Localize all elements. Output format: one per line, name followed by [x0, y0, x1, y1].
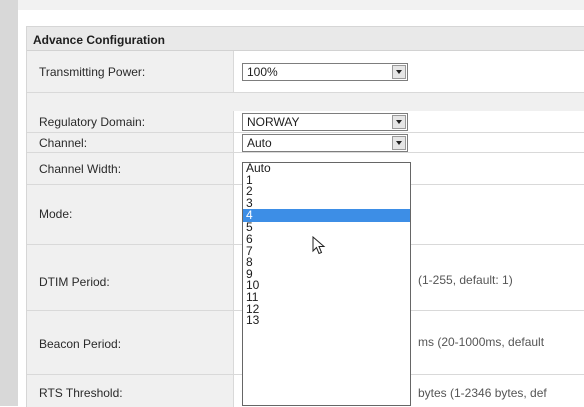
channel-option-11[interactable]: 11: [243, 291, 410, 304]
channel-option-3[interactable]: 3: [243, 197, 410, 210]
mode-label: Mode:: [39, 207, 73, 221]
channel-option-9[interactable]: 9: [243, 268, 410, 281]
channel-select[interactable]: Auto: [242, 134, 408, 152]
channel-option-10[interactable]: 10: [243, 280, 410, 292]
beacon-period-hint: ms (20-1000ms, default: [418, 335, 545, 349]
channel-option-auto[interactable]: Auto: [243, 162, 410, 175]
transmitting-power-value: 100%: [247, 65, 278, 79]
channel-option-2[interactable]: 2: [243, 185, 410, 198]
panel-title: Advance Configuration: [27, 27, 584, 51]
value-cell: NORWAY: [233, 111, 584, 132]
dtim-period-label: DTIM Period:: [39, 275, 110, 289]
dtim-period-hint: (1-255, default: 1): [418, 273, 513, 287]
channel-dropdown-list[interactable]: Auto 1 2 3 4 5 6 7 8 9 10 11 12 13: [242, 162, 411, 406]
chevron-down-icon[interactable]: [392, 65, 406, 79]
transmitting-power-select[interactable]: 100%: [242, 63, 408, 81]
beacon-period-label: Beacon Period:: [39, 337, 122, 351]
regulatory-domain-label: Regulatory Domain:: [39, 115, 146, 129]
value-cell: 100%: [233, 51, 584, 92]
left-sidebar-strip: [0, 0, 18, 406]
channel-option-5[interactable]: 5: [243, 222, 410, 234]
chevron-down-icon[interactable]: [392, 115, 406, 129]
row-transmitting-power: Transmitting Power: 100%: [27, 51, 584, 93]
channel-option-12[interactable]: 12: [243, 303, 410, 316]
rts-threshold-hint: bytes (1-2346 bytes, def: [418, 386, 547, 400]
regulatory-domain-select[interactable]: NORWAY: [242, 113, 408, 131]
mouse-pointer-icon: [312, 236, 326, 255]
rts-threshold-label: RTS Threshold:: [39, 386, 123, 400]
channel-label: Channel:: [39, 136, 88, 150]
value-cell: Auto: [233, 133, 584, 152]
channel-option-1[interactable]: 1: [243, 174, 410, 187]
regulatory-domain-value: NORWAY: [247, 115, 300, 129]
channel-option-4-highlighted[interactable]: 4: [243, 209, 410, 223]
row-channel: Channel: Auto: [27, 133, 584, 153]
channel-option-13[interactable]: 13: [243, 314, 410, 327]
channel-option-8[interactable]: 8: [243, 256, 410, 269]
chevron-down-icon[interactable]: [392, 136, 406, 150]
channel-option-7[interactable]: 7: [243, 245, 410, 258]
channel-value: Auto: [247, 136, 272, 150]
row-regulatory-domain: Regulatory Domain: NORWAY: [27, 111, 584, 133]
channel-width-label: Channel Width:: [39, 162, 122, 176]
top-strip: [18, 0, 584, 10]
channel-option-6[interactable]: 6: [243, 233, 410, 246]
transmitting-power-label: Transmitting Power:: [39, 65, 146, 79]
